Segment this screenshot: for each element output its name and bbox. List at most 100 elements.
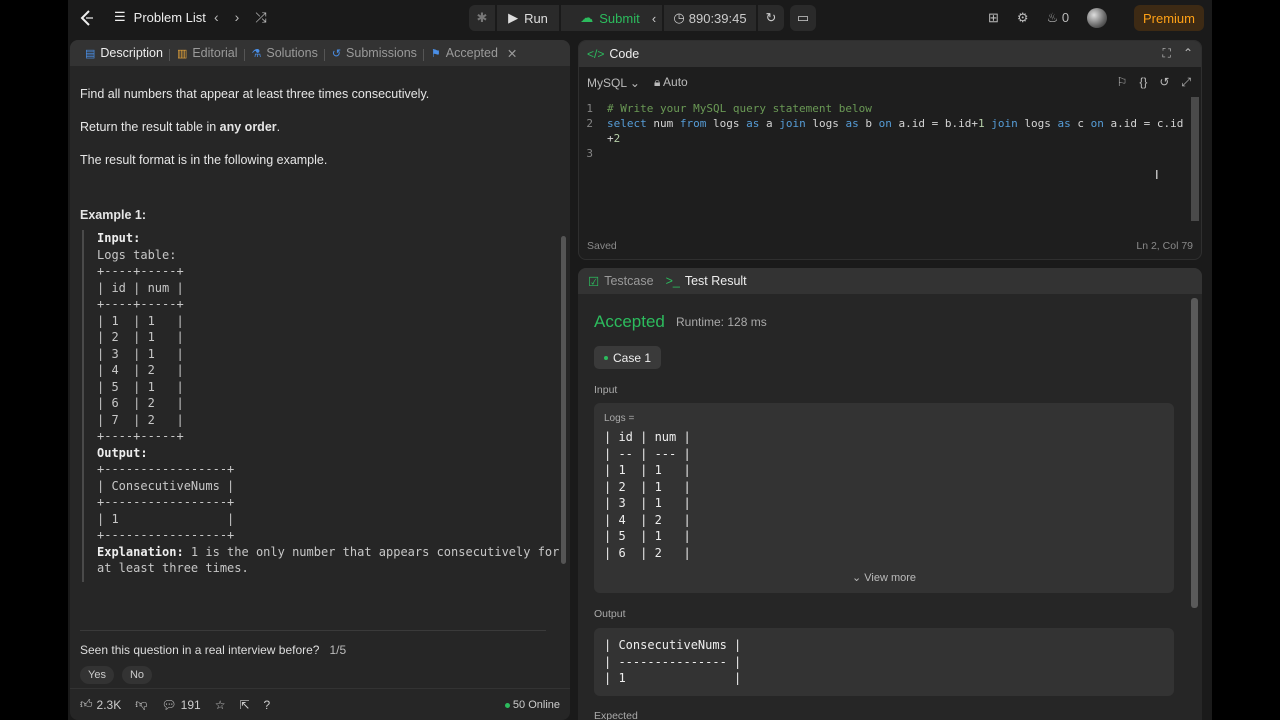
code-scrollbar[interactable]: [1191, 97, 1199, 221]
expand-icon[interactable]: ⤢: [1181, 75, 1191, 90]
maximize-icon[interactable]: ⛶: [1163, 46, 1171, 61]
case-label: Case 1: [613, 350, 652, 365]
code-line: 2 select num from logs as a join logs as …: [579, 116, 1191, 131]
terminal-icon: >_: [665, 274, 680, 288]
tab-label: Testcase: [604, 274, 654, 288]
shuffle-icon[interactable]: ⤮: [255, 9, 266, 26]
comments-button[interactable]: 💬︎ 191: [161, 698, 200, 712]
question-icon: ?: [263, 697, 271, 712]
line-content: # Write your MySQL query statement below: [607, 102, 872, 115]
result-panel: ☑ Testcase >_ Test Result Accepted Runtime…: [578, 268, 1202, 720]
tab-editorial[interactable]: ▥ Editorial: [168, 46, 245, 61]
flask-icon: ⚗: [251, 47, 262, 60]
code-icon: </>: [587, 47, 605, 61]
debug-button[interactable]: ✱: [469, 5, 495, 31]
explanation-label: Explanation:: [97, 544, 184, 559]
runtime: Runtime: 128 ms: [676, 315, 767, 329]
avatar[interactable]: [1087, 8, 1108, 28]
dislike-button[interactable]: 👎︎: [135, 697, 147, 712]
bug-icon: ✱: [476, 10, 488, 25]
tab-label: Accepted: [445, 46, 498, 60]
run-button[interactable]: ▶ Run: [497, 5, 559, 31]
result-scrollbar[interactable]: [1191, 298, 1198, 608]
code-panel: </> Code ⛶ ⌃ MySQL ⌄ 🔒︎ Auto ⚐ {} ↺ ⤢ 1 #…: [578, 40, 1202, 260]
reset-timer-icon[interactable]: ↻: [758, 5, 784, 31]
pass-dot: [604, 355, 608, 360]
online-count: 50 Online: [504, 699, 560, 711]
bookmark-icon[interactable]: ⚐: [1117, 75, 1128, 90]
desc-paragraph: The result format is in the following ex…: [80, 153, 328, 167]
code-header: </> Code: [579, 41, 1201, 67]
collapse-icon[interactable]: ⌃: [1183, 46, 1193, 61]
tab-solutions[interactable]: ⚗ Solutions: [243, 46, 325, 61]
tab-testcase[interactable]: ☑ Testcase: [588, 274, 654, 289]
output-box: | ConsecutiveNums | | --------------- | …: [594, 628, 1174, 696]
stopwatch-icon: ◷: [673, 10, 685, 25]
code-editor[interactable]: 1 # Write your MySQL query statement belo…: [579, 101, 1191, 161]
like-button[interactable]: 👍︎ 2.3K: [80, 697, 121, 712]
language-label: MySQL: [587, 75, 627, 90]
submit-label: Submit: [599, 10, 640, 26]
flame-icon: ♨: [1046, 10, 1059, 25]
prev-problem-icon[interactable]: ‹: [214, 9, 219, 26]
tab-submissions[interactable]: ↺ Submissions: [323, 46, 424, 61]
online-dot: [504, 702, 510, 708]
tab-test-result[interactable]: >_ Test Result: [666, 274, 747, 288]
next-problem-icon[interactable]: ›: [235, 9, 240, 26]
tab-label: Test Result: [684, 274, 747, 288]
streak-counter[interactable]: ♨ 0: [1047, 10, 1070, 26]
line-number: 2: [586, 117, 593, 130]
chevrons-down-icon: ⌄: [851, 572, 862, 584]
timer[interactable]: ◷ 890:39:45: [664, 5, 756, 31]
no-button[interactable]: No: [121, 666, 153, 684]
language-select[interactable]: MySQL ⌄: [587, 76, 640, 90]
code-line: 3: [579, 146, 1191, 161]
collapse-timer-icon[interactable]: ‹: [646, 5, 662, 31]
interview-pagination: 1/5: [329, 643, 347, 657]
help-button[interactable]: ?: [264, 698, 271, 712]
desc-paragraph: Return the result table in any order.: [80, 119, 550, 135]
thumbs-down-icon: 👎︎: [135, 697, 148, 711]
gear-icon[interactable]: ⚙: [1017, 10, 1029, 26]
interview-question: Seen this question in a real interview b…: [80, 643, 346, 657]
result-tabs: ☑ Testcase >_ Test Result: [578, 268, 1202, 294]
history-icon: ↺: [331, 47, 342, 60]
premium-button[interactable]: Premium: [1134, 5, 1204, 31]
notes-icon[interactable]: ▭: [790, 5, 816, 31]
code-line: 1 # Write your MySQL query statement belo…: [579, 101, 1191, 116]
tab-label: Solutions: [266, 46, 318, 60]
problem-description: Find all numbers that appear at least th…: [80, 86, 550, 185]
yes-button[interactable]: Yes: [80, 666, 114, 684]
close-tab-icon[interactable]: ✕: [507, 46, 517, 61]
text-cursor-icon: I: [1155, 167, 1159, 182]
tab-label: Editorial: [192, 46, 238, 60]
code-line: +2: [579, 131, 1191, 146]
cloud-upload-icon: ☁: [580, 10, 594, 25]
input-label: Input: [594, 384, 618, 396]
description-scrollbar[interactable]: [561, 236, 566, 564]
share-icon: ⇱: [239, 697, 250, 712]
description-tabs: ▤ Description ▥ Editorial ⚗ Solutions ↺ Subm…: [70, 40, 570, 66]
case-tab-1[interactable]: Case 1: [594, 346, 662, 369]
tab-description[interactable]: ▤ Description: [78, 46, 170, 60]
leetcode-logo-icon[interactable]: [78, 9, 96, 27]
desc-text: Return the result table in: [80, 120, 220, 134]
submit-button[interactable]: ☁ Submit: [561, 5, 659, 31]
view-more-button[interactable]: ⌄ View more: [594, 571, 1174, 584]
auto-mode[interactable]: 🔒︎ Auto: [654, 75, 688, 90]
reset-code-icon[interactable]: ↺: [1159, 75, 1169, 90]
example-input: Logs table: +----+-----+ | id | num | +-…: [97, 247, 184, 444]
format-icon[interactable]: {}: [1139, 75, 1147, 90]
problem-list-button[interactable]: ☰ Problem List: [114, 9, 206, 25]
app-window: ☰ Problem List ‹ › ⤮ ✱ ▶ Run ☁ Submit ‹ …: [68, 0, 1212, 720]
layout-grid-icon[interactable]: ⊞: [988, 10, 999, 26]
desc-bold: any order: [219, 120, 277, 134]
lock-icon: 🔒︎: [653, 75, 661, 89]
input-box: Logs = | id | num | | -- | --- | | 1 | 1…: [594, 403, 1174, 593]
line-number: [579, 131, 607, 146]
share-button[interactable]: ⇱: [239, 698, 249, 712]
favorite-button[interactable]: ☆: [215, 698, 226, 712]
tab-accepted[interactable]: ⚑ Accepted ✕: [422, 46, 524, 61]
line-number: 1: [586, 102, 593, 115]
example-input-label: Input:: [97, 231, 141, 245]
